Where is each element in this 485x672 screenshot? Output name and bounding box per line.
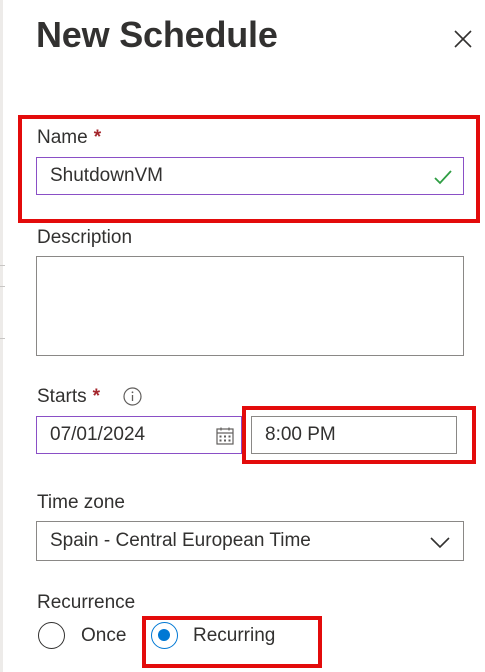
close-button[interactable] <box>448 24 478 54</box>
description-textarea[interactable] <box>36 256 464 356</box>
start-date-input[interactable] <box>50 424 241 446</box>
new-schedule-panel: New Schedule Name* Description Starts* <box>0 0 485 672</box>
calendar-icon[interactable] <box>215 426 235 446</box>
close-icon[interactable] <box>448 24 478 54</box>
name-input[interactable] <box>50 165 463 187</box>
starts-label-text: Starts <box>37 386 87 407</box>
info-icon[interactable] <box>123 387 142 406</box>
recurrence-once-radio[interactable] <box>38 622 65 649</box>
description-label: Description <box>37 227 133 248</box>
time-zone-label: Time zone <box>37 492 125 513</box>
required-marker: * <box>92 386 101 407</box>
recurrence-once-label[interactable]: Once <box>81 625 126 647</box>
checkmark-icon <box>434 170 452 185</box>
chevron-down-icon <box>430 537 450 549</box>
starts-label: Starts * <box>37 386 100 408</box>
time-zone-dropdown[interactable]: Spain - Central European Time <box>36 521 464 561</box>
required-marker: * <box>93 127 102 148</box>
recurrence-label: Recurrence <box>37 592 136 613</box>
recurrence-recurring-label[interactable]: Recurring <box>193 625 275 647</box>
start-time-field[interactable] <box>251 416 457 454</box>
name-label-text: Name <box>37 127 88 148</box>
name-label: Name * <box>37 127 101 149</box>
name-field[interactable] <box>36 157 464 195</box>
recurrence-recurring-radio[interactable] <box>151 622 178 649</box>
panel-title: New Schedule <box>36 14 278 55</box>
start-time-input[interactable] <box>265 424 456 446</box>
time-zone-selected: Spain - Central European Time <box>50 530 311 551</box>
start-date-field[interactable] <box>36 416 242 454</box>
